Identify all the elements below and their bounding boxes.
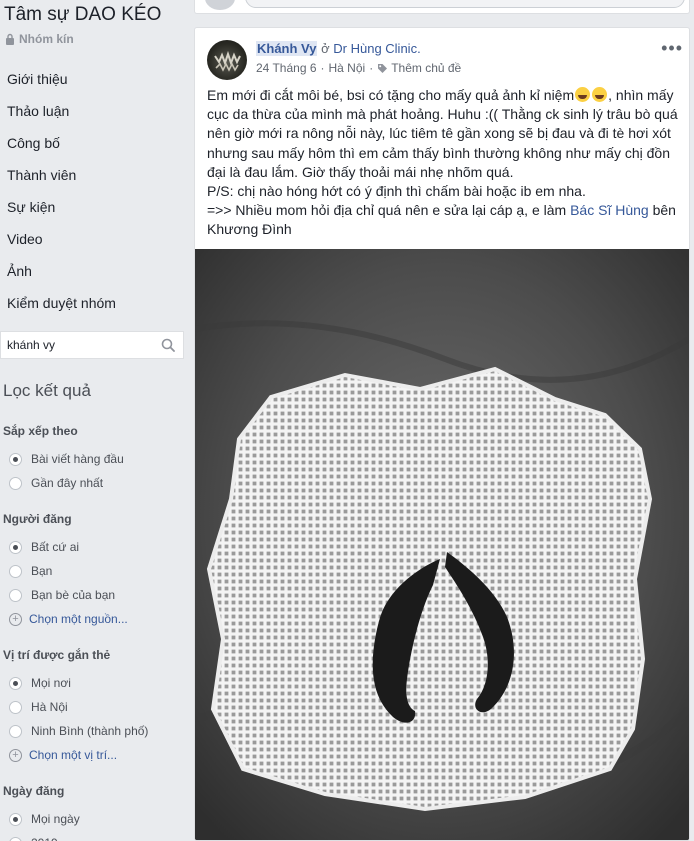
separator-dot: · [320, 61, 325, 75]
group-privacy-label: Nhóm kín [19, 32, 74, 46]
tag-icon [378, 63, 388, 73]
group-search-box [0, 331, 184, 359]
group-sidebar: Tâm sự DAO KÉO Nhóm kín Giới thiệu Thảo … [0, 0, 186, 841]
author-name[interactable]: Khánh Vy [256, 41, 318, 56]
nav-item-about[interactable]: Giới thiệu [0, 64, 186, 96]
group-title[interactable]: Tâm sự DAO KÉO [4, 4, 161, 26]
radio-checked[interactable] [9, 812, 22, 826]
filter-option[interactable]: Mọi ngày [3, 807, 186, 831]
avatar [205, 0, 235, 10]
laughing-emoji-icon [575, 87, 591, 102]
add-topic-link[interactable]: Thêm chủ đề [391, 61, 461, 75]
filter-sort: Sắp xếp theo Bài viết hàng đầu Gần đây n… [3, 424, 186, 495]
radio-checked[interactable] [9, 540, 22, 554]
nav-item-photos[interactable]: Ảnh [0, 256, 186, 288]
filter-sort-heading: Sắp xếp theo [3, 424, 78, 438]
post-author-line: Khánh Vy ở Dr Hùng Clinic. [256, 41, 421, 56]
filter-option-label: Bất cứ ai [31, 540, 80, 554]
nav-item-moderation[interactable]: Kiểm duyệt nhóm [0, 288, 186, 320]
choose-source-label[interactable]: Chọn một nguồn... [29, 612, 128, 626]
group-nav: Giới thiệu Thảo luận Công bố Thành viên … [0, 64, 186, 320]
nav-item-members[interactable]: Thành viên [0, 160, 186, 192]
radio-unchecked[interactable] [9, 564, 22, 578]
search-icon[interactable] [161, 338, 175, 352]
filter-option-label: Ninh Bình (thành phố) [31, 724, 149, 738]
post-paragraph: =>> Nhiều mom hỏi địa chỉ quá nên e sửa … [207, 201, 681, 239]
post-text: Em mới đi cắt môi bé, bsi có tặng cho mấ… [207, 86, 681, 240]
filter-location: Vị trí được gắn thẻ Mọi nơi Hà Nội Ninh … [3, 648, 186, 767]
post-photo-image [195, 249, 689, 840]
radio-unchecked[interactable] [9, 588, 22, 602]
plus-circle-icon: + [9, 612, 22, 626]
post-date[interactable]: 24 Tháng 6 [256, 61, 317, 75]
post-photo[interactable] [195, 249, 689, 840]
laughing-emoji-icon [592, 87, 608, 102]
radio-unchecked[interactable] [9, 836, 22, 841]
filter-date-heading: Ngày đăng [3, 784, 65, 798]
choose-location-label[interactable]: Chọn một vị trí... [29, 748, 117, 762]
filter-option[interactable]: Bất cứ ai [3, 535, 186, 559]
nav-item-discussion[interactable]: Thảo luận [0, 96, 186, 128]
nav-item-announcements[interactable]: Công bố [0, 128, 186, 160]
author-avatar[interactable] [207, 40, 247, 80]
filter-option-label: Mọi ngày [31, 812, 80, 826]
filter-date: Ngày đăng Mọi ngày 2019 [3, 784, 186, 841]
at-word: ở [321, 41, 330, 56]
filter-option[interactable]: Bạn [3, 559, 186, 583]
lock-icon [6, 33, 14, 45]
group-privacy: Nhóm kín [5, 32, 74, 46]
filter-results-title: Lọc kết quả [3, 381, 91, 400]
avatar-image [214, 50, 241, 72]
nav-item-events[interactable]: Sự kiện [0, 192, 186, 224]
filter-option-label: 2019 [31, 836, 58, 841]
nav-item-videos[interactable]: Video [0, 224, 186, 256]
choose-location-link[interactable]: + Chọn một vị trí... [3, 743, 186, 767]
group-search-input[interactable] [1, 338, 151, 352]
comment-input[interactable] [245, 0, 685, 8]
post-city[interactable]: Hà Nội [329, 61, 366, 75]
post-paragraph: P/S: chị nào hóng hớt có ý định thì chấm… [207, 183, 586, 200]
separator-dot: · [369, 61, 374, 75]
choose-source-link[interactable]: + Chọn một nguồn... [3, 607, 186, 631]
filter-option[interactable]: Gần đây nhất [3, 471, 186, 495]
radio-unchecked[interactable] [9, 724, 22, 738]
radio-unchecked[interactable] [9, 700, 22, 714]
post-meta: 24 Tháng 6 · Hà Nội · Thêm chủ đề [256, 61, 461, 75]
more-options-icon[interactable]: ••• [661, 38, 683, 59]
plus-circle-icon: + [9, 748, 22, 762]
post-card: Khánh Vy ở Dr Hùng Clinic. 24 Tháng 6 · … [194, 27, 690, 841]
filter-option[interactable]: Ninh Bình (thành phố) [3, 719, 186, 743]
post-paragraph: Em mới đi cắt môi bé, bsi có tặng cho mấ… [207, 86, 681, 182]
radio-unchecked[interactable] [9, 476, 22, 490]
filter-option-label: Hà Nội [31, 700, 68, 714]
checkin-place[interactable]: Dr Hùng Clinic. [333, 41, 420, 56]
filter-option[interactable]: Bạn bè của bạn [3, 583, 186, 607]
radio-checked[interactable] [9, 676, 22, 690]
filter-poster-heading: Người đăng [3, 512, 72, 526]
filter-option-label: Bài viết hàng đầu [31, 452, 124, 466]
doctor-page-link[interactable]: Bác Sĩ Hùng [570, 202, 649, 218]
post-text-part: =>> Nhiều mom hỏi địa chỉ quá nên e sửa … [207, 202, 571, 219]
filter-option[interactable]: Hà Nội [3, 695, 186, 719]
previous-post-card [194, 0, 690, 14]
radio-checked[interactable] [9, 452, 22, 466]
filter-location-heading: Vị trí được gắn thẻ [3, 648, 111, 662]
post-text-part: Em mới đi cắt môi bé, bsi có tặng cho mấ… [207, 87, 575, 103]
filter-poster: Người đăng Bất cứ ai Bạn Bạn bè của bạn … [3, 512, 186, 631]
filter-option-label: Mọi nơi [31, 676, 71, 690]
filter-option[interactable]: Bài viết hàng đầu [3, 447, 186, 471]
filter-option[interactable]: Mọi nơi [3, 671, 186, 695]
filter-option-label: Gần đây nhất [31, 476, 104, 490]
filter-option-label: Bạn bè của bạn [31, 588, 116, 602]
filter-option[interactable]: 2019 [3, 831, 186, 841]
filter-option-label: Bạn [31, 564, 53, 578]
